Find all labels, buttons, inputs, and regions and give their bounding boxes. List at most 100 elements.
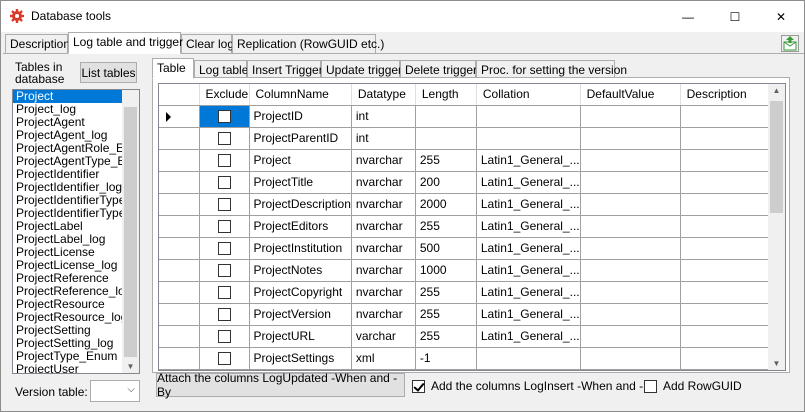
columnname-cell[interactable]: ProjectVersion xyxy=(249,303,352,326)
defaultvalue-cell[interactable] xyxy=(580,193,681,216)
columnname-cell[interactable]: ProjectEditors xyxy=(249,215,352,238)
table-row[interactable]: ProjectSettings xml -1 xyxy=(159,347,778,370)
length-cell[interactable]: 200 xyxy=(415,171,477,194)
table-list-item[interactable]: ProjectAgent_log xyxy=(13,129,122,142)
exclude-cell[interactable] xyxy=(199,347,250,370)
length-cell[interactable] xyxy=(415,127,477,150)
tab-replication[interactable]: Replication (RowGUID etc.) xyxy=(232,34,384,54)
defaultvalue-cell[interactable] xyxy=(580,149,681,172)
table-list-item[interactable]: ProjectUser xyxy=(13,363,122,373)
table-list-item[interactable]: ProjectAgentType_Enum xyxy=(13,155,122,168)
column-header-collation[interactable]: Collation xyxy=(476,84,581,106)
columnname-cell[interactable]: Project xyxy=(249,149,352,172)
table-list-item[interactable]: ProjectIdentifierType_log xyxy=(13,207,122,220)
length-cell[interactable]: 1000 xyxy=(415,259,477,282)
row-header[interactable] xyxy=(159,325,200,348)
version-table-combo[interactable]: ⌵ xyxy=(90,380,140,402)
defaultvalue-cell[interactable] xyxy=(580,347,681,370)
column-header-description[interactable]: Description xyxy=(680,84,778,106)
length-cell[interactable]: -1 xyxy=(415,347,477,370)
description-cell[interactable] xyxy=(680,149,778,172)
tab-insert-trigger[interactable]: Insert Trigger xyxy=(247,60,323,78)
table-list-item[interactable]: ProjectReference xyxy=(13,272,122,285)
table-row[interactable]: Project nvarchar 255 Latin1_General_... xyxy=(159,149,778,172)
column-header-datatype[interactable]: Datatype xyxy=(351,84,416,106)
table-list-item[interactable]: ProjectLicense xyxy=(13,246,122,259)
exclude-checkbox[interactable] xyxy=(217,264,231,278)
datatype-cell[interactable]: nvarchar xyxy=(351,171,416,194)
datatype-cell[interactable]: nvarchar xyxy=(351,281,416,304)
exclude-cell[interactable] xyxy=(199,127,250,150)
row-header[interactable] xyxy=(159,149,200,172)
tables-scrollbar-thumb[interactable] xyxy=(124,107,137,357)
list-tables-button[interactable]: List tables xyxy=(80,62,137,83)
collation-cell[interactable]: Latin1_General_... xyxy=(476,171,581,194)
column-header-defaultvalue[interactable]: DefaultValue xyxy=(580,84,681,106)
description-cell[interactable] xyxy=(680,105,778,128)
exclude-checkbox[interactable] xyxy=(217,176,231,190)
defaultvalue-cell[interactable] xyxy=(580,281,681,304)
table-row[interactable]: ProjectID int xyxy=(159,105,778,128)
columnname-cell[interactable]: ProjectDescription xyxy=(249,193,352,216)
columnname-cell[interactable]: ProjectInstitution xyxy=(249,237,352,260)
tab-update-trigger[interactable]: Update trigger xyxy=(321,60,402,78)
tab-log-table[interactable]: Log table xyxy=(194,60,248,78)
columnname-cell[interactable]: ProjectURL xyxy=(249,325,352,348)
tab-delete-trigger[interactable]: Delete trigger xyxy=(400,60,477,78)
row-header[interactable] xyxy=(159,281,200,304)
datatype-cell[interactable]: varchar xyxy=(351,325,416,348)
minimize-button[interactable]: — xyxy=(665,1,711,32)
table-list-item[interactable]: ProjectType_Enum xyxy=(13,350,122,363)
table-list-item[interactable]: ProjectIdentifier xyxy=(13,168,122,181)
collation-cell[interactable] xyxy=(476,127,581,150)
description-cell[interactable] xyxy=(680,171,778,194)
collation-cell[interactable]: Latin1_General_... xyxy=(476,281,581,304)
columns-datagrid[interactable]: Exclude ColumnName Datatype Length Colla… xyxy=(158,83,786,371)
defaultvalue-cell[interactable] xyxy=(580,105,681,128)
collation-cell[interactable]: Latin1_General_... xyxy=(476,149,581,172)
table-row[interactable]: ProjectVersion nvarchar 255 Latin1_General_… xyxy=(159,303,778,326)
attach-logupdated-button[interactable]: Attach the columns LogUpdated -When and … xyxy=(156,371,405,399)
exclude-cell[interactable] xyxy=(199,325,250,348)
exclude-checkbox[interactable] xyxy=(217,352,231,366)
table-row[interactable]: ProjectTitle nvarchar 200 Latin1_General_..… xyxy=(159,171,778,194)
collation-cell[interactable] xyxy=(476,347,581,370)
length-cell[interactable]: 2000 xyxy=(415,193,477,216)
datatype-cell[interactable]: nvarchar xyxy=(351,149,416,172)
table-row[interactable]: ProjectEditors nvarchar 255 Latin1_General_… xyxy=(159,215,778,238)
add-rowguid-check[interactable] xyxy=(644,379,657,393)
table-list-item[interactable]: ProjectSetting xyxy=(13,324,122,337)
collation-cell[interactable]: Latin1_General_... xyxy=(476,303,581,326)
row-header[interactable] xyxy=(159,127,200,150)
scroll-down-icon[interactable]: ▼ xyxy=(768,359,785,368)
table-row[interactable]: ProjectCopyright nvarchar 255 Latin1_Genera… xyxy=(159,281,778,304)
exclude-checkbox[interactable] xyxy=(217,220,231,234)
row-header[interactable] xyxy=(159,215,200,238)
columnname-cell[interactable]: ProjectCopyright xyxy=(249,281,352,304)
collation-cell[interactable]: Latin1_General_... xyxy=(476,259,581,282)
defaultvalue-cell[interactable] xyxy=(580,171,681,194)
table-list-item[interactable]: Project_log xyxy=(13,103,122,116)
column-header-columnname[interactable]: ColumnName xyxy=(249,84,352,106)
table-row[interactable]: ProjectURL varchar 255 Latin1_General_... xyxy=(159,325,778,348)
exclude-checkbox[interactable] xyxy=(217,286,231,300)
length-cell[interactable]: 255 xyxy=(415,325,477,348)
collation-cell[interactable]: Latin1_General_... xyxy=(476,215,581,238)
tab-table[interactable]: Table xyxy=(152,58,194,79)
length-cell[interactable]: 255 xyxy=(415,149,477,172)
row-header[interactable] xyxy=(159,347,200,370)
table-list-item[interactable]: ProjectIdentifierType xyxy=(13,194,122,207)
columnname-cell[interactable]: ProjectSettings xyxy=(249,347,352,370)
datatype-cell[interactable]: nvarchar xyxy=(351,237,416,260)
row-header[interactable] xyxy=(159,105,200,128)
exclude-cell[interactable] xyxy=(199,171,250,194)
table-list-item[interactable]: ProjectResource xyxy=(13,298,122,311)
defaultvalue-cell[interactable] xyxy=(580,303,681,326)
maximize-button[interactable]: ☐ xyxy=(712,1,758,32)
column-header-length[interactable]: Length xyxy=(415,84,477,106)
table-list-item[interactable]: ProjectAgent xyxy=(13,116,122,129)
table-list-item[interactable]: ProjectResource_log xyxy=(13,311,122,324)
columnname-cell[interactable]: ProjectParentID xyxy=(249,127,352,150)
datatype-cell[interactable]: xml xyxy=(351,347,416,370)
description-cell[interactable] xyxy=(680,303,778,326)
